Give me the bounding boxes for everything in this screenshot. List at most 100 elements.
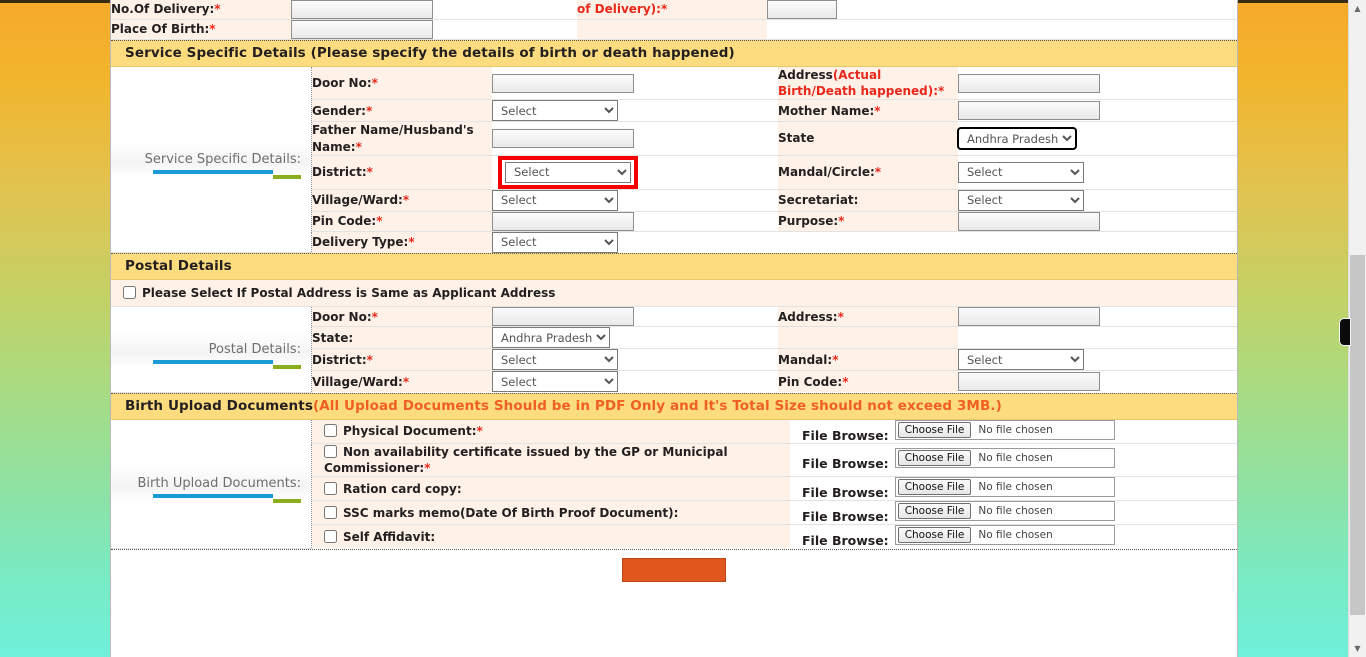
postal-state-field-cell: Andhra Pradesh [492,326,778,350]
submit-button[interactable] [622,557,726,582]
service-caption-pane: Service Specific Details: [111,67,312,254]
father-husband-name-input[interactable] [492,129,634,149]
postal-address-input[interactable] [958,307,1100,327]
non-availability-certificate-checkbox[interactable] [324,444,337,458]
required-star: * [355,139,362,154]
scroll-up-arrow[interactable]: ▲ [1349,0,1366,17]
scrollbar-thumb[interactable] [1350,255,1365,615]
file-browse-label: File Browse: [802,533,889,549]
postal-pin-code-label: Pin Code:* [778,370,958,393]
ssc-marks-memo-checkbox[interactable] [324,505,337,519]
required-star: * [832,352,839,367]
postal-village-ward-select[interactable]: Select [492,371,618,393]
postal-pin-code-input[interactable] [958,372,1100,392]
mandal-circle-label: Mandal/Circle:* [778,155,958,190]
empty-cell [778,231,958,253]
pin-code-label: Pin Code:* [311,211,492,232]
caption-underline-blue [153,359,273,364]
required-star: :* [933,84,945,99]
empty-cell [958,231,1237,253]
upload-size-note: (All Upload Documents Should be in PDF O… [312,397,1002,414]
mandal-circle-select[interactable]: Select [958,161,1084,183]
delivery-type-select[interactable]: Select [492,231,618,253]
self-affidavit-checkbox[interactable] [324,529,337,543]
choose-file-button[interactable]: Choose File [897,527,972,544]
birth-upload-documents-header: Birth Upload Documents(All Upload Docume… [111,392,1237,420]
village-ward-field-cell: Select [492,189,778,212]
address-actual-field-cell [958,67,1237,101]
postal-door-no-label: Door No:* [311,307,492,328]
file-input[interactable]: Choose File No file chosen [894,477,1115,498]
file-browse-label: File Browse: [802,485,889,501]
caption-underline-green [273,498,301,503]
postal-district-select[interactable]: Select [492,349,618,371]
physical-document-checkbox[interactable] [324,424,337,438]
document-label: Ration card copy: [343,481,462,496]
mother-name-input[interactable] [958,101,1100,121]
empty-field-cell [958,326,1237,350]
document-label: Physical Document: [343,424,477,439]
document-checkbox-row[interactable]: SSC marks memo(Date Of Birth Proof Docum… [311,500,790,526]
document-checkbox-row[interactable]: Non availability certificate issued by t… [311,443,790,478]
required-star: * [842,374,849,389]
required-star: * [209,22,216,37]
state-label: State [778,121,958,156]
choose-file-button[interactable]: Choose File [897,450,972,467]
place-of-birth-label: Place Of Birth:* [111,19,291,40]
edge-panel-handle[interactable] [1339,318,1351,346]
file-input[interactable]: Choose File No file chosen [894,419,1115,440]
gender-select[interactable]: Select [492,100,618,122]
file-browse-label: File Browse: [802,509,889,525]
empty-field-cell [767,19,1237,40]
ration-card-copy-checkbox[interactable] [324,481,337,495]
place-of-birth-input[interactable] [291,20,433,39]
document-label: Non availability certificate issued by t… [324,444,728,475]
no-of-delivery-input[interactable] [291,0,433,19]
state-select[interactable]: Andhra Pradesh [957,127,1077,151]
caption-underline [111,169,301,179]
file-input[interactable]: Choose File No file chosen [894,525,1115,546]
caption-underline [111,493,301,503]
pin-code-input[interactable] [492,211,634,231]
postal-district-label: District:* [311,348,492,372]
district-highlight-box: Select [498,155,638,189]
required-star: * [476,424,483,439]
required-star: :* [656,2,668,17]
file-input[interactable]: Choose File No file chosen [894,501,1115,522]
required-star: * [402,374,410,389]
village-ward-label: Village/Ward:* [311,189,492,212]
district-select[interactable]: Select [505,161,631,183]
page-root: No.Of Delivery:* of Delivery):* Place Of… [0,0,1366,657]
secretariat-select[interactable]: Select [958,189,1084,211]
required-star: * [214,2,221,17]
village-ward-select[interactable]: Select [492,189,618,211]
purpose-input[interactable] [958,211,1100,231]
document-checkbox-row[interactable]: Ration card copy: [311,476,790,502]
postal-mandal-select[interactable]: Select [958,349,1084,371]
postal-door-no-field-cell [492,307,778,328]
of-delivery-field-cell [767,0,1237,20]
file-browse-label: File Browse: [802,456,889,472]
document-checkbox-row[interactable]: Self Affidavit: [311,524,790,549]
of-delivery-input[interactable] [767,0,837,19]
document-checkbox-row[interactable]: Physical Document:* [311,419,790,444]
no-file-chosen-text: No file chosen [978,505,1053,518]
required-star: * [874,165,882,180]
postal-state-select[interactable]: Andhra Pradesh [492,327,610,349]
address-actual-input[interactable] [958,73,1100,93]
file-input[interactable]: Choose File No file chosen [894,448,1115,469]
door-no-input[interactable] [492,73,634,93]
choose-file-button[interactable]: Choose File [897,503,972,520]
choose-file-button[interactable]: Choose File [897,421,972,438]
file-browse-cell: File Browse: Choose File No file chosen [790,500,1237,526]
choose-file-button[interactable]: Choose File [897,479,972,496]
service-specific-details-header: Service Specific Details (Please specify… [111,40,1237,67]
scroll-down-arrow[interactable]: ▼ [1349,640,1366,657]
no-of-delivery-field-cell [291,0,577,20]
postal-door-no-input[interactable] [492,307,634,327]
postal-same-as-applicant-row[interactable]: Please Select If Postal Address is Same … [111,280,1237,308]
required-star: * [837,309,844,324]
table-row: No.Of Delivery:* of Delivery):* [111,0,1237,20]
postal-same-as-applicant-checkbox[interactable] [123,286,136,300]
service-caption-text: Service Specific Details: [144,151,301,167]
